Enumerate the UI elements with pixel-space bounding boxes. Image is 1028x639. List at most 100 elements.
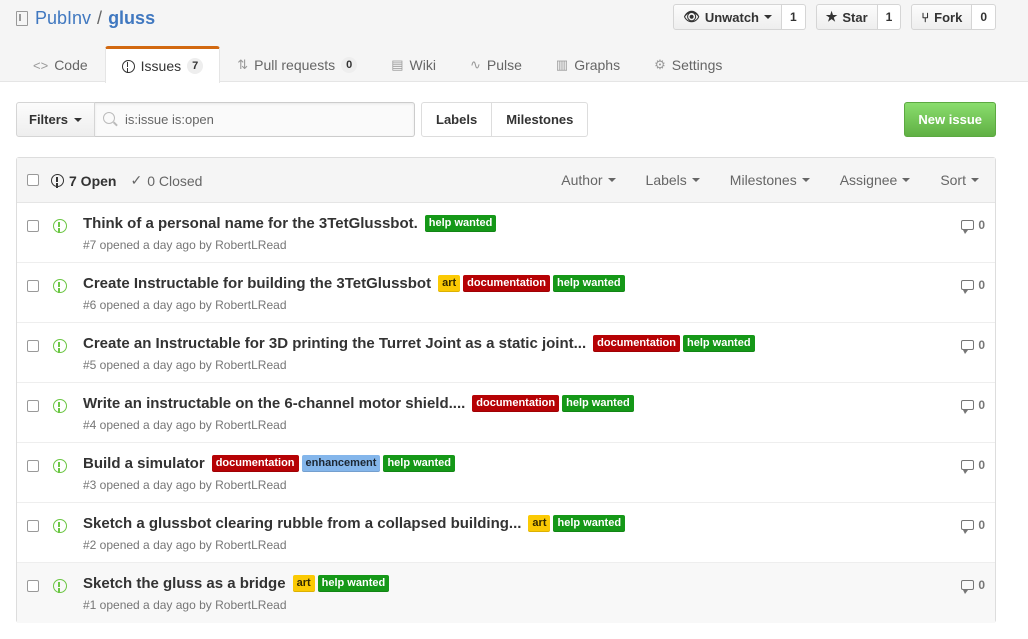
tab-pulse[interactable]: ∿ Pulse bbox=[453, 46, 539, 83]
comment-count: 0 bbox=[978, 278, 985, 292]
closed-count-label: 0 Closed bbox=[147, 172, 203, 189]
comment-count: 0 bbox=[978, 518, 985, 532]
issue-title-line: Create Instructable for building the 3Te… bbox=[83, 275, 625, 292]
star-button[interactable]: ★ Star bbox=[815, 4, 878, 30]
issue-title-link[interactable]: Create Instructable for building the 3Te… bbox=[83, 275, 431, 292]
stargazers-count[interactable]: 1 bbox=[877, 4, 902, 30]
closed-issues-link[interactable]: ✓ 0 Closed bbox=[130, 172, 202, 189]
forks-count[interactable]: 0 bbox=[972, 4, 996, 30]
issue-opened-icon bbox=[53, 399, 67, 413]
graph-icon: ▥ bbox=[555, 57, 569, 72]
issue-comments-link[interactable]: 0 bbox=[961, 398, 985, 414]
issue-label[interactable]: help wanted bbox=[424, 215, 497, 232]
issue-checkbox[interactable] bbox=[27, 220, 39, 232]
comment-icon bbox=[961, 460, 975, 474]
issue-checkbox[interactable] bbox=[27, 460, 39, 472]
labels-button[interactable]: Labels bbox=[421, 102, 493, 137]
issue-title-line: Write an instructable on the 6-channel m… bbox=[83, 395, 634, 412]
issue-checkbox[interactable] bbox=[27, 520, 39, 532]
issue-checkbox[interactable] bbox=[27, 400, 39, 412]
tab-pull-requests[interactable]: ⇅ Pull requests 0 bbox=[220, 46, 374, 83]
issue-label[interactable]: help wanted bbox=[562, 395, 634, 412]
fork-label: Fork bbox=[934, 9, 963, 25]
issue-label[interactable]: art bbox=[292, 575, 315, 592]
tab-issues[interactable]: Issues 7 bbox=[104, 46, 221, 83]
issue-row: Think of a personal name for the 3TetGlu… bbox=[17, 203, 995, 263]
issue-label[interactable]: art bbox=[438, 275, 461, 292]
star-icon: ★ bbox=[825, 9, 838, 24]
issue-opened-icon bbox=[53, 279, 67, 293]
issue-label[interactable]: documentation bbox=[593, 335, 680, 352]
assignee-filter[interactable]: Assignee bbox=[840, 172, 911, 188]
issue-comments-link[interactable]: 0 bbox=[961, 518, 985, 534]
issue-title-link[interactable]: Sketch a glussbot clearing rubble from a… bbox=[83, 515, 521, 532]
sort-filter[interactable]: Sort bbox=[940, 172, 979, 188]
issue-list: Think of a personal name for the 3TetGlu… bbox=[17, 203, 995, 623]
tab-code[interactable]: <> Code bbox=[16, 46, 105, 83]
issue-label[interactable]: help wanted bbox=[317, 575, 390, 592]
tab-label: Wiki bbox=[409, 57, 436, 73]
star-group: ★ Star 1 bbox=[815, 4, 902, 30]
repo-nav-tabs: <> Code Issues 7 ⇅ Pull requests 0 ▤ Wik… bbox=[16, 46, 739, 83]
issue-opened-icon bbox=[51, 174, 64, 187]
issue-title-link[interactable]: Think of a personal name for the 3TetGlu… bbox=[83, 215, 418, 232]
issue-label[interactable]: documentation bbox=[472, 395, 560, 412]
issue-comments-link[interactable]: 0 bbox=[961, 578, 985, 594]
issue-title-line: Think of a personal name for the 3TetGlu… bbox=[83, 215, 497, 232]
labels-filter[interactable]: Labels bbox=[646, 172, 700, 188]
issue-title-link[interactable]: Sketch the gluss as a bridge bbox=[83, 575, 286, 592]
open-count-label: 7 Open bbox=[69, 172, 117, 189]
issue-row: Write an instructable on the 6-channel m… bbox=[17, 383, 995, 443]
issue-checkbox[interactable] bbox=[27, 280, 39, 292]
issue-comments-link[interactable]: 0 bbox=[961, 218, 985, 234]
issue-comments-link[interactable]: 0 bbox=[961, 278, 985, 294]
tab-graphs[interactable]: ▥ Graphs bbox=[539, 46, 637, 83]
repo-separator: / bbox=[97, 8, 103, 28]
author-filter[interactable]: Author bbox=[561, 172, 616, 188]
issue-checkbox[interactable] bbox=[27, 580, 39, 592]
labels-milestones-group: Labels Milestones bbox=[421, 102, 589, 137]
tab-wiki[interactable]: ▤ Wiki bbox=[374, 46, 453, 83]
milestones-filter-label: Milestones bbox=[729, 172, 797, 188]
issue-label[interactable]: documentation bbox=[211, 455, 299, 472]
issue-row: Sketch a glussbot clearing rubble from a… bbox=[17, 503, 995, 563]
repo-icon bbox=[16, 10, 28, 26]
unwatch-button[interactable]: 👁 Unwatch bbox=[673, 4, 782, 30]
fork-button[interactable]: ⑂ Fork bbox=[911, 4, 973, 30]
issue-label[interactable]: help wanted bbox=[553, 515, 626, 532]
comment-count: 0 bbox=[978, 398, 985, 412]
filters-button[interactable]: Filters bbox=[16, 102, 96, 137]
repo-name-link[interactable]: gluss bbox=[108, 6, 155, 30]
issue-opened-icon bbox=[53, 579, 67, 593]
issue-title-link[interactable]: Write an instructable on the 6-channel m… bbox=[83, 395, 465, 412]
issues-subnav: Filters Labels Milestones New issue bbox=[16, 102, 996, 137]
issue-label[interactable]: help wanted bbox=[682, 335, 755, 352]
watchers-count[interactable]: 1 bbox=[782, 4, 806, 30]
issue-checkbox[interactable] bbox=[27, 340, 39, 352]
issue-label[interactable]: help wanted bbox=[383, 455, 456, 472]
issue-comments-link[interactable]: 0 bbox=[961, 458, 985, 474]
watch-group: 👁 Unwatch 1 bbox=[673, 4, 806, 30]
milestones-button[interactable]: Milestones bbox=[492, 102, 589, 137]
issue-comments-link[interactable]: 0 bbox=[961, 338, 985, 354]
issue-label[interactable]: help wanted bbox=[553, 275, 625, 292]
open-issues-link[interactable]: 7 Open bbox=[51, 172, 116, 189]
search-input[interactable] bbox=[125, 112, 406, 127]
issue-opened-icon bbox=[53, 459, 67, 473]
issue-title-line: Create an Instructable for 3D printing t… bbox=[83, 335, 755, 352]
tab-label: Graphs bbox=[574, 57, 621, 73]
issue-label[interactable]: enhancement bbox=[301, 455, 381, 472]
issue-title-link[interactable]: Build a simulator bbox=[83, 455, 205, 472]
select-all-checkbox[interactable] bbox=[27, 174, 39, 186]
chevron-down-icon bbox=[74, 117, 83, 122]
milestones-filter[interactable]: Milestones bbox=[730, 172, 810, 188]
new-issue-button[interactable]: New issue bbox=[904, 102, 996, 137]
issue-title-link[interactable]: Create an Instructable for 3D printing t… bbox=[83, 335, 586, 352]
issue-label[interactable]: art bbox=[528, 515, 551, 532]
tab-settings[interactable]: ⚙ Settings bbox=[637, 46, 739, 83]
issue-label[interactable]: documentation bbox=[463, 275, 550, 292]
fork-icon: ⑂ bbox=[921, 9, 930, 25]
issue-search bbox=[95, 102, 416, 137]
comment-count: 0 bbox=[978, 458, 985, 472]
repo-owner-link[interactable]: PubInv bbox=[35, 6, 91, 30]
